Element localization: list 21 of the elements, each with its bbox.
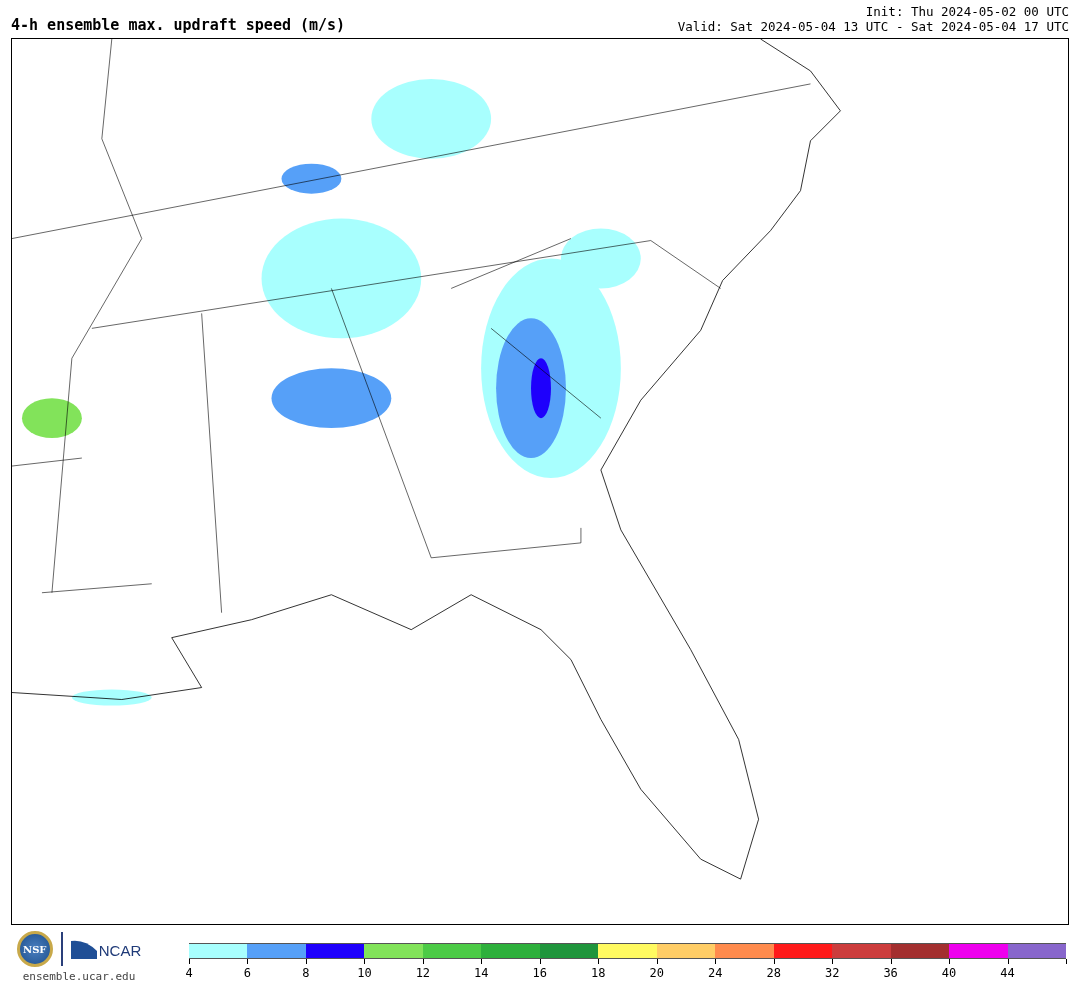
website-label: ensemble.ucar.edu <box>22 970 136 983</box>
colorbar-label: 32 <box>824 966 840 980</box>
colorbar-label: 4 <box>185 966 193 980</box>
colorbar-label: 20 <box>649 966 664 980</box>
colorbar-label: 8 <box>302 966 310 980</box>
colorbar-label: 36 <box>883 966 898 980</box>
colorbar-label: 40 <box>941 966 957 980</box>
valid-time: Valid: Sat 2024-05-04 13 UTC - Sat 2024-05-04 17 UTC <box>677 19 1069 34</box>
colorbar-label: 6 <box>243 966 252 980</box>
colorbar-label: 24 <box>708 966 723 980</box>
ncar-logo: NCAR <box>70 939 142 959</box>
colorbar-label: 14 <box>474 966 489 980</box>
colorbar-label: 10 <box>357 966 372 980</box>
nsf-logo: NSF <box>16 931 53 967</box>
colorbar-label: 18 <box>591 966 606 980</box>
init-time: Init: Thu 2024-05-02 00 UTC <box>865 4 1069 19</box>
colorbar-label: 16 <box>532 966 548 980</box>
colorbar-label: 12 <box>415 966 431 980</box>
plot-title: 4-h ensemble max. updraft speed (m/s) <box>11 16 346 34</box>
colorbar-label: 44 <box>1000 966 1015 980</box>
colorbar-label: 28 <box>766 966 781 980</box>
